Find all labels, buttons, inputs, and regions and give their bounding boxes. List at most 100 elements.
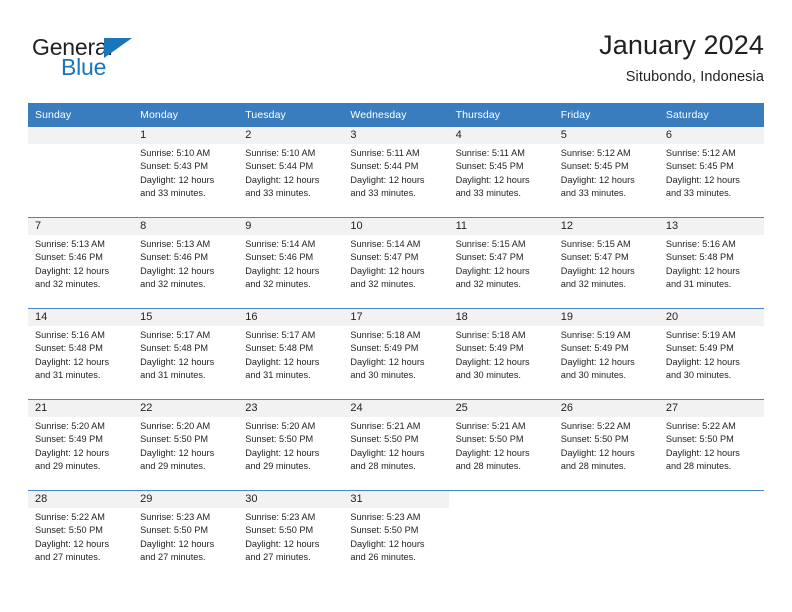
calendar-day-cell[interactable]: 8 Sunrise: 5:13 AM Sunset: 5:46 PM Daylight… — [133, 217, 239, 309]
day-cell-inner: 9 Sunrise: 5:14 AM Sunset: 5:46 PM Daylight… — [238, 218, 344, 308]
day-detail-line: Sunrise: 5:12 AM — [665, 148, 736, 158]
calendar-day-cell[interactable]: 12 Sunrise: 5:15 AM Sunset: 5:47 PM Dayligh… — [553, 217, 659, 309]
day-detail-line: and 33 minutes. — [245, 188, 311, 199]
day-cell-inner: 11 Sunrise: 5:15 AM Sunset: 5:47 PM Dayligh… — [448, 218, 554, 308]
day-cell-inner: 14 Sunrise: 5:16 AM Sunset: 5:48 PM Dayligh… — [28, 309, 134, 399]
calendar-day-cell[interactable]: 28 Sunrise: 5:22 AM Sunset: 5:50 PM Dayligh… — [28, 490, 134, 581]
day-detail-line: Sunrise: 5:22 AM — [35, 512, 105, 522]
calendar-day-cell[interactable]: 6 Sunrise: 5:12 AM Sunset: 5:45 PM Daylight… — [658, 127, 764, 218]
day-number: 31 — [343, 491, 449, 508]
calendar-day-cell[interactable]: 5 Sunrise: 5:12 AM Sunset: 5:45 PM Daylight… — [553, 127, 659, 218]
general-blue-logo: General Blue — [32, 34, 212, 90]
calendar-day-cell[interactable]: 2 Sunrise: 5:10 AM Sunset: 5:44 PM Daylight… — [238, 127, 344, 218]
day-details — [554, 508, 659, 511]
day-detail-line: Daylight: 12 hours — [35, 356, 110, 367]
calendar-day-cell[interactable]: 27 Sunrise: 5:22 AM Sunset: 5:50 PM Dayligh… — [658, 399, 764, 491]
calendar-day-cell[interactable]: 19 Sunrise: 5:19 AM Sunset: 5:49 PM Dayligh… — [553, 308, 659, 400]
day-detail-line: Sunset: 5:50 PM — [455, 434, 524, 445]
day-cell-inner: 13 Sunrise: 5:16 AM Sunset: 5:48 PM Dayligh… — [658, 218, 764, 308]
calendar-day-cell[interactable]: 26 Sunrise: 5:22 AM Sunset: 5:50 PM Dayligh… — [553, 399, 659, 491]
calendar-day-cell[interactable]: 13 Sunrise: 5:16 AM Sunset: 5:48 PM Dayligh… — [658, 217, 764, 309]
calendar-day-cell[interactable]: 21 Sunrise: 5:20 AM Sunset: 5:49 PM Dayligh… — [28, 399, 134, 491]
day-detail-line: Daylight: 12 hours — [665, 265, 740, 276]
calendar-week-row: 1 Sunrise: 5:10 AM Sunset: 5:43 PM Daylight… — [28, 127, 764, 218]
day-detail-line: and 29 minutes. — [140, 461, 206, 472]
day-cell-inner: 16 Sunrise: 5:17 AM Sunset: 5:48 PM Dayligh… — [238, 309, 344, 399]
day-detail-line: Sunrise: 5:19 AM — [665, 330, 736, 340]
day-details: Sunrise: 5:12 AM Sunset: 5:45 PM Daylight:… — [554, 144, 659, 201]
day-number: 21 — [28, 400, 134, 417]
calendar-week-row: 14 Sunrise: 5:16 AM Sunset: 5:48 PM Dayligh… — [28, 308, 764, 400]
day-detail-line: and 32 minutes. — [350, 279, 416, 290]
day-detail-line: Sunrise: 5:11 AM — [455, 148, 525, 158]
calendar-day-cell[interactable]: 4 Sunrise: 5:11 AM Sunset: 5:45 PM Daylight… — [448, 127, 554, 218]
day-number: 27 — [658, 400, 764, 417]
calendar-day-cell[interactable]: 3 Sunrise: 5:11 AM Sunset: 5:44 PM Daylight… — [343, 127, 449, 218]
day-number: 22 — [133, 400, 239, 417]
day-detail-line: Sunrise: 5:15 AM — [560, 239, 631, 249]
calendar-day-cell[interactable]: 30 Sunrise: 5:23 AM Sunset: 5:50 PM Dayligh… — [238, 490, 344, 581]
calendar-day-cell[interactable]: 1 Sunrise: 5:10 AM Sunset: 5:43 PM Daylight… — [133, 127, 239, 218]
calendar-day-cell[interactable]: 22 Sunrise: 5:20 AM Sunset: 5:50 PM Dayligh… — [133, 399, 239, 491]
day-number: 28 — [28, 491, 134, 508]
calendar-day-cell[interactable]: 31 Sunrise: 5:23 AM Sunset: 5:50 PM Dayligh… — [343, 490, 449, 581]
day-number: 17 — [343, 309, 449, 326]
calendar-page: General Blue January 2024 Situbondo, Ind… — [0, 0, 792, 612]
day-detail-line: Sunset: 5:45 PM — [560, 161, 629, 172]
page-title: January 2024 — [599, 30, 764, 60]
day-number: 15 — [133, 309, 239, 326]
calendar-day-cell[interactable]: 17 Sunrise: 5:18 AM Sunset: 5:49 PM Dayligh… — [343, 308, 449, 400]
day-number: 1 — [133, 127, 239, 144]
day-detail-line: Sunset: 5:47 PM — [560, 252, 629, 263]
calendar-day-cell[interactable]: 24 Sunrise: 5:21 AM Sunset: 5:50 PM Dayligh… — [343, 399, 449, 491]
day-details: Sunrise: 5:17 AM Sunset: 5:48 PM Daylight:… — [238, 326, 343, 383]
day-cell-inner — [659, 491, 764, 581]
day-detail-line: Sunrise: 5:19 AM — [560, 330, 631, 340]
day-number: 3 — [343, 127, 449, 144]
day-detail-line: and 26 minutes. — [350, 552, 416, 563]
calendar-day-cell[interactable]: 29 Sunrise: 5:23 AM Sunset: 5:50 PM Dayligh… — [133, 490, 239, 581]
calendar-day-cell[interactable]: 23 Sunrise: 5:20 AM Sunset: 5:50 PM Dayligh… — [238, 399, 344, 491]
day-details: Sunrise: 5:12 AM Sunset: 5:45 PM Daylight:… — [659, 144, 764, 201]
calendar-day-cell[interactable]: 20 Sunrise: 5:19 AM Sunset: 5:49 PM Dayligh… — [658, 308, 764, 400]
day-detail-line: Sunrise: 5:18 AM — [350, 330, 421, 340]
logo-triangle-icon — [104, 38, 132, 58]
day-detail-line: Sunset: 5:49 PM — [350, 343, 419, 354]
day-detail-line: Sunrise: 5:15 AM — [455, 239, 526, 249]
calendar-day-cell[interactable]: 9 Sunrise: 5:14 AM Sunset: 5:46 PM Daylight… — [238, 217, 344, 309]
day-detail-line: Daylight: 12 hours — [665, 447, 740, 458]
day-detail-line: and 32 minutes. — [455, 279, 521, 290]
day-details: Sunrise: 5:14 AM Sunset: 5:47 PM Daylight:… — [343, 235, 448, 292]
calendar-day-cell[interactable]: 16 Sunrise: 5:17 AM Sunset: 5:48 PM Dayligh… — [238, 308, 344, 400]
day-detail-line: Sunset: 5:50 PM — [560, 434, 629, 445]
day-number: 24 — [343, 400, 449, 417]
day-number: 6 — [658, 127, 764, 144]
day-detail-line: and 30 minutes. — [350, 370, 416, 381]
day-cell-inner: 18 Sunrise: 5:18 AM Sunset: 5:49 PM Dayligh… — [448, 309, 554, 399]
day-cell-inner: 10 Sunrise: 5:14 AM Sunset: 5:47 PM Dayligh… — [343, 218, 449, 308]
day-detail-line: Daylight: 12 hours — [35, 447, 110, 458]
day-detail-line: Sunrise: 5:14 AM — [245, 239, 316, 249]
day-cell-inner: 31 Sunrise: 5:23 AM Sunset: 5:50 PM Dayligh… — [343, 491, 449, 581]
calendar-day-cell[interactable]: 10 Sunrise: 5:14 AM Sunset: 5:47 PM Dayligh… — [343, 217, 449, 309]
day-cell-inner: 28 Sunrise: 5:22 AM Sunset: 5:50 PM Dayligh… — [28, 491, 134, 581]
page-subtitle: Situbondo, Indonesia — [625, 69, 764, 85]
day-detail-line: Sunset: 5:43 PM — [140, 161, 209, 172]
calendar-day-cell[interactable]: 15 Sunrise: 5:17 AM Sunset: 5:48 PM Dayligh… — [133, 308, 239, 400]
calendar-day-cell[interactable]: 14 Sunrise: 5:16 AM Sunset: 5:48 PM Dayligh… — [28, 308, 134, 400]
day-details: Sunrise: 5:10 AM Sunset: 5:43 PM Daylight:… — [133, 144, 238, 201]
calendar-day-cell[interactable]: 18 Sunrise: 5:18 AM Sunset: 5:49 PM Dayligh… — [448, 308, 554, 400]
day-details: Sunrise: 5:19 AM Sunset: 5:49 PM Daylight:… — [659, 326, 764, 383]
calendar-day-cell[interactable]: 7 Sunrise: 5:13 AM Sunset: 5:46 PM Daylight… — [28, 217, 134, 309]
day-number: 23 — [238, 400, 344, 417]
calendar-day-cell[interactable]: 25 Sunrise: 5:21 AM Sunset: 5:50 PM Dayligh… — [448, 399, 554, 491]
day-detail-line: Daylight: 12 hours — [350, 447, 425, 458]
calendar-day-cell[interactable]: 11 Sunrise: 5:15 AM Sunset: 5:47 PM Dayligh… — [448, 217, 554, 309]
day-details: Sunrise: 5:16 AM Sunset: 5:48 PM Daylight:… — [659, 235, 764, 292]
day-details: Sunrise: 5:15 AM Sunset: 5:47 PM Daylight:… — [449, 235, 554, 292]
day-details: Sunrise: 5:11 AM Sunset: 5:44 PM Daylight:… — [343, 144, 448, 201]
day-detail-line: Daylight: 12 hours — [350, 265, 425, 276]
day-detail-line: Sunrise: 5:13 AM — [140, 239, 211, 249]
day-details: Sunrise: 5:23 AM Sunset: 5:50 PM Daylight:… — [238, 508, 343, 565]
day-details: Sunrise: 5:17 AM Sunset: 5:48 PM Daylight:… — [133, 326, 238, 383]
